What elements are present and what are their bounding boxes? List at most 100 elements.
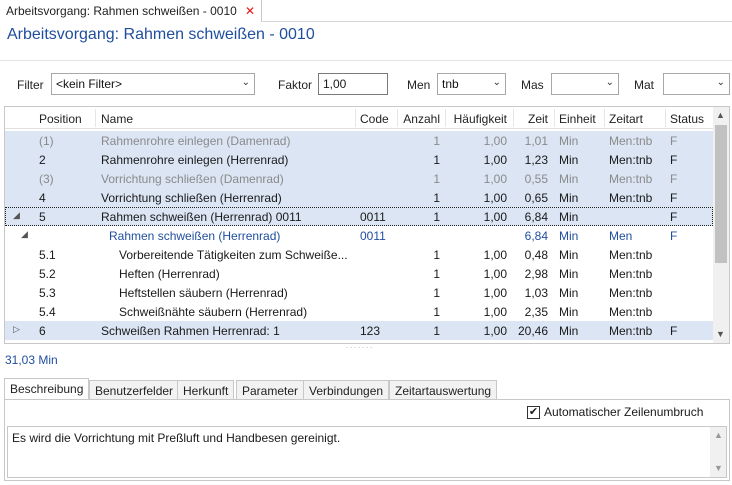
col-header-einheit[interactable]: Einheit	[559, 112, 596, 126]
tab-beschreibung[interactable]: Beschreibung	[4, 378, 90, 400]
grid-vertical-scrollbar[interactable]: ▲ ▼	[713, 107, 729, 343]
scroll-down-icon[interactable]: ▼	[716, 329, 725, 339]
table-row[interactable]: 4 Vorrichtung schließen (Herrenrad) 1 1,…	[5, 188, 713, 207]
cell-zeit: 1,23	[524, 153, 548, 167]
cell-name: Schweißen Rahmen Herrenrad: 1	[101, 324, 280, 338]
col-header-position[interactable]: Position	[39, 112, 82, 126]
cell-anzahl: 1	[433, 191, 440, 205]
expand-open-icon[interactable]: ◢	[13, 210, 20, 221]
faktor-input[interactable]: 1,00	[318, 73, 388, 95]
filter-select[interactable]: <kein Filter> ⌄	[51, 73, 255, 95]
tab-benutzerfelder[interactable]: Benutzerfelder	[89, 380, 180, 400]
tab-parameter[interactable]: Parameter	[236, 380, 305, 400]
cell-zeit: 0,65	[524, 191, 548, 205]
close-icon[interactable]: ✕	[245, 4, 255, 18]
cell-haeufigkeit: 1,00	[483, 324, 507, 338]
chevron-down-icon: ⌄	[492, 77, 501, 88]
expand-closed-icon[interactable]: ▷	[13, 324, 20, 335]
description-scrollbar[interactable]: ▲ ▼	[710, 427, 726, 477]
tab-verbindungen[interactable]: Verbindungen	[303, 380, 390, 400]
col-header-haeufigkeit[interactable]: Häufigkeit	[445, 112, 507, 126]
cell-einheit: Min	[559, 153, 579, 167]
cell-haeufigkeit: 1,00	[483, 191, 507, 205]
table-row[interactable]: ▷ 6 Schweißen Rahmen Herrenrad: 1 123 1 …	[5, 321, 713, 340]
cell-haeufigkeit: 1,00	[483, 248, 507, 262]
cell-code: 0011	[360, 210, 386, 224]
cell-haeufigkeit: 1,00	[483, 153, 507, 167]
column-divider[interactable]	[554, 109, 555, 127]
cell-anzahl: 1	[433, 305, 440, 319]
column-divider[interactable]	[95, 109, 96, 127]
table-row[interactable]: 2 Rahmenrohre einlegen (Herrenrad) 1 1,0…	[5, 150, 713, 169]
col-header-status[interactable]: Status	[670, 112, 704, 126]
splitter-grip[interactable]: ˙˙˙˙˙˙˙	[346, 346, 374, 356]
cell-zeitart: Men:tnb	[609, 191, 653, 205]
cell-einheit: Min	[559, 229, 579, 243]
tab-herkunft[interactable]: Herkunft	[177, 380, 235, 400]
cell-name: Vorbereitende Tätigkeiten zum Schweiße..…	[119, 248, 348, 262]
chevron-down-icon: ⌄	[716, 77, 725, 88]
cell-haeufigkeit: 1,00	[483, 134, 507, 148]
document-tab-title: Arbeitsvorgang: Rahmen schweißen - 0010	[6, 4, 237, 18]
description-text: Es wird die Vorrichtung mit Preßluft und…	[12, 431, 341, 445]
mat-label: Mat	[634, 78, 655, 92]
cell-anzahl: 1	[433, 210, 440, 224]
scrollbar-thumb[interactable]	[715, 125, 727, 263]
cell-zeitart: Men:tnb	[609, 153, 653, 167]
col-header-name[interactable]: Name	[101, 112, 133, 126]
table-row-selected[interactable]: ◢ 5 Rahmen schweißen (Herrenrad) 0011 00…	[5, 207, 713, 226]
tab-zeitartauswertung[interactable]: Zeitartauswertung	[389, 380, 498, 400]
cell-position: 2	[39, 153, 46, 167]
cell-einheit: Min	[559, 210, 579, 224]
table-row[interactable]: 5.2 Heften (Herrenrad) 1 1,00 2,98 Min M…	[5, 264, 713, 283]
table-row[interactable]: 5.4 Schweißnähte säubern (Herrenrad) 1 1…	[5, 302, 713, 321]
cell-zeit: 2,98	[524, 267, 548, 281]
cell-zeit: 6,84	[524, 229, 548, 243]
men-select[interactable]: tnb ⌄	[437, 73, 506, 95]
table-row[interactable]: 5.1 Vorbereitende Tätigkeiten zum Schwei…	[5, 245, 713, 264]
faktor-label: Faktor	[278, 78, 313, 92]
cell-position: 5.4	[39, 305, 56, 319]
column-divider[interactable]	[604, 109, 605, 127]
description-textarea[interactable]: Es wird die Vorrichtung mit Preßluft und…	[7, 426, 727, 478]
cell-name: Rahmen schweißen (Herrenrad)	[109, 229, 281, 243]
cell-zeit: 20,46	[517, 324, 548, 338]
checkbox-checked-icon[interactable]: ✔	[527, 405, 540, 419]
men-value: tnb	[442, 77, 459, 91]
cell-name: Rahmenrohre einlegen (Damenrad)	[101, 134, 291, 148]
detail-tabs: Beschreibung Benutzerfelder Herkunft Par…	[4, 378, 730, 400]
table-row[interactable]: (1) Rahmenrohre einlegen (Damenrad) 1 1,…	[5, 131, 713, 150]
cell-anzahl: 1	[433, 267, 440, 281]
column-divider[interactable]	[665, 109, 666, 127]
auto-wrap-checkbox[interactable]: ✔ Automatischer Zeilenumbruch	[527, 405, 703, 419]
col-header-zeitart[interactable]: Zeitart	[609, 112, 643, 126]
expand-open-icon[interactable]: ◢	[21, 229, 28, 240]
cell-einheit: Min	[559, 305, 579, 319]
scroll-up-icon[interactable]: ▲	[714, 430, 723, 440]
col-header-zeit[interactable]: Zeit	[513, 112, 548, 126]
document-tab[interactable]: Arbeitsvorgang: Rahmen schweißen - 0010 …	[0, 0, 262, 22]
table-row[interactable]: (3) Vorrichtung schließen (Damenrad) 1 1…	[5, 169, 713, 188]
cell-zeitart: Men:tnb	[609, 305, 653, 319]
cell-anzahl: 1	[433, 248, 440, 262]
col-header-code[interactable]: Code	[360, 112, 389, 126]
cell-position: 4	[39, 191, 46, 205]
mat-select[interactable]: ⌄	[663, 73, 730, 95]
cell-haeufigkeit: 1,00	[483, 172, 507, 186]
cell-status: F	[670, 210, 678, 224]
table-row[interactable]: 5.3 Heftstellen säubern (Herrenrad) 1 1,…	[5, 283, 713, 302]
scroll-up-icon[interactable]: ▲	[716, 110, 725, 120]
mas-select[interactable]: ⌄	[551, 73, 619, 95]
table-row-subgroup[interactable]: ◢ Rahmen schweißen (Herrenrad) 0011 6,84…	[5, 226, 713, 245]
cell-zeitart: Men	[609, 229, 633, 243]
scroll-down-icon[interactable]: ▼	[714, 463, 723, 473]
cell-status: F	[670, 134, 678, 148]
cell-position: (3)	[39, 172, 54, 186]
cell-einheit: Min	[559, 267, 579, 281]
column-divider[interactable]	[355, 109, 356, 127]
cell-haeufigkeit: 1,00	[483, 305, 507, 319]
cell-einheit: Min	[559, 191, 579, 205]
document-tabstrip: Arbeitsvorgang: Rahmen schweißen - 0010 …	[0, 0, 732, 22]
col-header-anzahl[interactable]: Anzahl	[397, 112, 440, 126]
cell-einheit: Min	[559, 286, 579, 300]
